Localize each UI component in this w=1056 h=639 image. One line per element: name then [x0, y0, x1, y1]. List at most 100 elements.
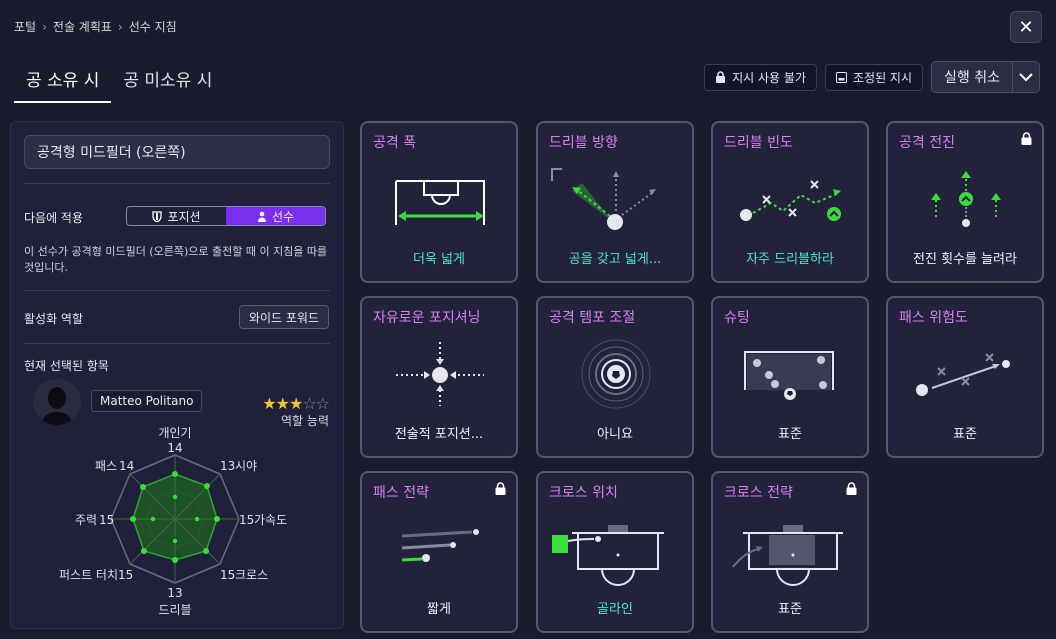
radar-inner-point: [150, 516, 156, 522]
cross-strategy-icon: [732, 525, 843, 586]
undo-button[interactable]: 실행 취소: [932, 62, 1013, 92]
radar-label-passing: 패스: [95, 459, 117, 473]
role-selector[interactable]: 공격형 미드필더 (오른쪽): [24, 135, 330, 169]
card-value: 자주 드리블하라: [746, 252, 834, 267]
card-value: 짧게: [427, 602, 451, 617]
star-outline-icon: ☆: [315, 394, 330, 413]
breadcrumb-item-current: 선수 지침: [128, 20, 177, 34]
positioning-icon: [396, 342, 484, 406]
undo-dropdown-button[interactable]: [1013, 62, 1039, 92]
unavailable-instructions-button[interactable]: 지시 사용 불가: [704, 63, 817, 91]
tab-in-possession[interactable]: 공 소유 시: [14, 60, 112, 103]
card-title: 드리블 방향: [549, 135, 618, 151]
radar-value-dribbling-skill: 14: [167, 441, 182, 455]
chevron-down-icon: [1019, 72, 1033, 81]
card-value: 아니요: [597, 427, 633, 442]
radar-value-passing: 14: [119, 459, 134, 473]
undo-button-group: 실행 취소: [931, 61, 1040, 93]
star-outline-icon: ☆: [302, 394, 316, 413]
apply-to-player-option[interactable]: 선수: [226, 207, 325, 225]
adjusted-icon: [836, 71, 847, 83]
card-cross-position[interactable]: 크로스 위치 골라인: [536, 471, 694, 633]
chevron-right-icon: ›: [117, 19, 123, 34]
card-title: 패스 전략: [373, 485, 429, 501]
radar-inner-point: [172, 538, 178, 544]
card-title: 크로스 전략: [724, 485, 793, 501]
card-passing-risk[interactable]: 패스 위험도 표준: [886, 296, 1044, 458]
card-dribble-frequency[interactable]: 드리블 빈도 자주 드리블하라: [711, 121, 869, 283]
player-panel: 공격형 미드필더 (오른쪽) 다음에 적용 포지션 선수 이 선수가 공격형 미…: [10, 121, 344, 629]
current-selection-label: 현재 선택된 항목: [24, 359, 109, 373]
radar-value-dribbling: 13: [167, 586, 182, 600]
card-value: 전진 횟수를 늘려라: [913, 252, 1017, 267]
apply-description: 이 선수가 공격형 미드필더 (오른쪽)으로 출전할 때 이 지침을 따를 것입…: [24, 245, 328, 274]
card-value: 전술적 포지션...: [394, 427, 484, 442]
adjusted-instructions-button[interactable]: 조정된 지시: [825, 63, 924, 91]
radar-point-crossing: [203, 548, 209, 554]
star-icon: ★: [262, 394, 276, 413]
card-value: 표준: [778, 427, 802, 442]
card-attacking-width[interactable]: 공격 폭 더욱 넓게: [360, 121, 518, 283]
wide-width-icon: [395, 180, 485, 225]
chevron-right-icon: ›: [42, 19, 47, 34]
tempo-icon: [581, 339, 651, 409]
top-actions: 지시 사용 불가 조정된 지시 실행 취소: [704, 61, 1040, 93]
radar-point-acceleration: [214, 516, 220, 522]
radar-point-passing: [140, 484, 146, 490]
radar-label-first-touch: 퍼스트 터치: [59, 568, 118, 582]
apply-to-position-option[interactable]: 포지션: [127, 207, 226, 225]
card-value: 공을 갖고 넓게...: [568, 252, 662, 267]
radar-label-dribbling-skill: 개인기: [158, 426, 191, 440]
card-dribble-direction[interactable]: 드리블 방향 공을 갖고 넓게...: [536, 121, 694, 283]
cross-position-icon: [552, 525, 664, 586]
close-button[interactable]: ✕: [1010, 11, 1042, 43]
card-title: 크로스 위치: [549, 485, 618, 501]
tab-out-of-possession[interactable]: 공 미소유 시: [111, 60, 224, 103]
card-title: 드리블 빈도: [724, 135, 793, 151]
radar-value-acceleration: 15: [239, 513, 254, 527]
lock-icon: [846, 482, 857, 495]
card-free-positioning[interactable]: 자유로운 포지셔닝 전술적 포지션...: [360, 296, 518, 458]
short-passing-icon: [401, 529, 479, 562]
radar-label-pace: 주력: [75, 513, 97, 527]
radar-point-dribbling-skill: [172, 471, 178, 477]
card-forward-runs[interactable]: 공격 전진 전진 횟수를 늘려라: [886, 121, 1044, 283]
divider: [24, 343, 330, 344]
radar-value-vision: 13: [220, 459, 235, 473]
radar-label-acceleration: 가속도: [254, 513, 287, 527]
radar-inner-point: [194, 516, 200, 522]
close-icon: ✕: [1018, 16, 1034, 38]
tab-bar: 공 소유 시 공 미소유 시: [14, 60, 224, 103]
card-title: 자유로운 포지셔닝: [373, 310, 481, 326]
shield-icon: [152, 210, 163, 222]
breadcrumb-item-tactics[interactable]: 전술 계획표: [53, 18, 112, 35]
card-value: 골라인: [597, 602, 633, 617]
radar-label-dribbling: 드리블: [158, 603, 191, 617]
radar-value-pace: 15: [99, 513, 114, 527]
avatar: [33, 379, 81, 425]
star-icon: ★: [288, 394, 303, 413]
active-role-chip[interactable]: 와이드 포워드: [238, 305, 329, 329]
card-passing-strategy[interactable]: 패스 전략 짧게: [360, 471, 518, 633]
person-icon: [257, 211, 266, 222]
dribble-frequency-icon: [740, 180, 841, 221]
card-title: 공격 전진: [899, 135, 955, 151]
card-shooting[interactable]: 슈팅 표준: [711, 296, 869, 458]
card-title: 공격 폭: [373, 135, 417, 151]
radar-point-dribbling: [172, 557, 178, 563]
apply-to-toggle: 포지션 선수: [126, 206, 326, 226]
card-title: 슈팅: [724, 310, 750, 326]
lock-icon: [495, 482, 506, 495]
apply-to-position-label: 포지션: [167, 209, 201, 224]
radar-point-pace: [130, 516, 136, 522]
unavailable-instructions-label: 지시 사용 불가: [732, 70, 806, 85]
attribute-radar-chart: 개인기 14 13 시야 15 가속도 15 크로스 13 드리블 퍼스트 터치…: [59, 426, 287, 617]
forward-runs-icon: [931, 171, 1001, 227]
divider: [24, 290, 330, 291]
player-name: Matteo Politano: [91, 390, 203, 412]
breadcrumb-item-portal[interactable]: 포털: [14, 18, 36, 35]
dribble-direction-icon: [551, 168, 656, 230]
card-value: 표준: [778, 602, 802, 617]
card-cross-strategy[interactable]: 크로스 전략 표준: [711, 471, 869, 633]
card-tempo[interactable]: 공격 템포 조절 아니요: [536, 296, 694, 458]
